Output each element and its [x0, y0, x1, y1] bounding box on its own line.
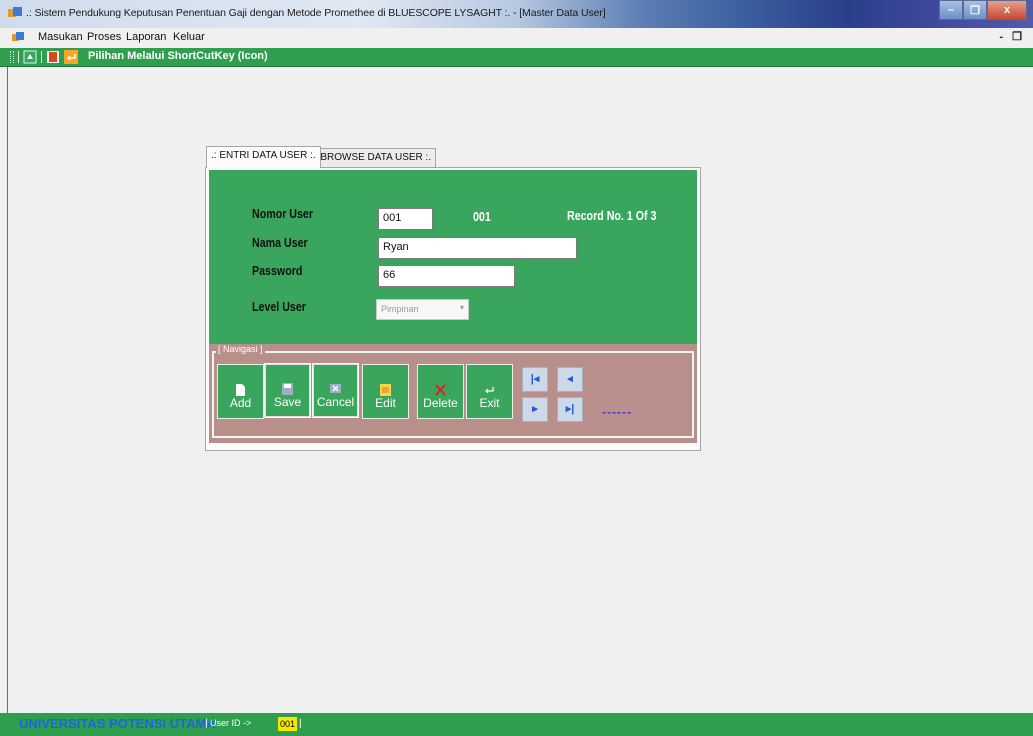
- input-shortcut-icon[interactable]: [23, 50, 37, 64]
- next-record-button[interactable]: ▸: [522, 397, 548, 422]
- app-icon: [8, 7, 22, 17]
- dropdown-arrow-icon[interactable]: ▾: [460, 303, 464, 312]
- cancel-button[interactable]: Cancel: [312, 363, 359, 418]
- maximize-button[interactable]: ❐: [963, 0, 987, 20]
- exit-button[interactable]: Exit: [466, 364, 513, 419]
- user-id-value: 001: [278, 717, 298, 731]
- menu-bar: Masukan Proses Laporan Keluar - ❐: [0, 28, 1033, 48]
- return-arrow-icon: [485, 387, 494, 394]
- report-shortcut-icon[interactable]: [46, 50, 60, 64]
- close-button[interactable]: x: [987, 0, 1027, 20]
- add-button-label: Add: [229, 396, 252, 410]
- toolbar-grip[interactable]: [10, 51, 14, 63]
- menu-masukan[interactable]: Masukan: [38, 31, 83, 43]
- mdi-window-controls[interactable]: - ❐: [999, 30, 1025, 43]
- nomor-user-display: 001: [473, 209, 491, 224]
- last-record-button[interactable]: ▸|: [557, 397, 583, 422]
- navigation-legend: [ Navigasi ]: [216, 344, 265, 354]
- save-button[interactable]: Save: [264, 363, 311, 418]
- toolbar-separator: [18, 51, 19, 63]
- nomor-user-label: Nomor User: [252, 206, 314, 221]
- edit-button-label: Edit: [375, 396, 396, 410]
- status-bar: UNIVERSITAS POTENSI UTAMA | User ID -> 0…: [0, 713, 1033, 736]
- edit-button[interactable]: Edit: [362, 364, 409, 419]
- exit-shortcut-icon[interactable]: [64, 50, 78, 64]
- nomor-user-input[interactable]: 001: [378, 208, 433, 230]
- tab-browse-data-user[interactable]: .: BROWSE DATA USER :.: [307, 148, 437, 167]
- save-disk-icon: [282, 383, 293, 395]
- cancel-button-label: Cancel: [316, 395, 355, 409]
- edit-icon: [380, 384, 391, 396]
- password-label: Password: [252, 263, 303, 278]
- menu-proses[interactable]: Proses: [87, 31, 121, 43]
- user-id-label: User ID ->: [210, 718, 252, 728]
- next-record-icon: ▸: [532, 403, 538, 415]
- tab-entri-data-user[interactable]: .: ENTRI DATA USER :.: [206, 146, 321, 168]
- nama-user-label: Nama User: [252, 235, 308, 250]
- shortcut-toolbar: Pilihan Melalui ShortCutKey (Icon): [0, 48, 1033, 67]
- level-user-select[interactable]: Pimpinan ▾: [376, 299, 469, 320]
- delete-button[interactable]: Delete: [417, 364, 464, 419]
- cancel-icon: [330, 384, 341, 393]
- new-document-icon: [236, 384, 245, 396]
- toolbar-separator: [41, 51, 42, 63]
- last-record-icon: ▸|: [565, 403, 575, 415]
- menu-laporan[interactable]: Laporan: [126, 31, 166, 43]
- window-title: .: Sistem Pendukung Keputusan Penentuan …: [26, 7, 606, 19]
- nama-user-input[interactable]: Ryan: [378, 237, 577, 259]
- first-record-button[interactable]: |◂: [522, 367, 548, 392]
- previous-record-button[interactable]: ◂: [557, 367, 583, 392]
- university-name: UNIVERSITAS POTENSI UTAMA: [19, 716, 216, 731]
- toolbar-label: Pilihan Melalui ShortCutKey (Icon): [88, 50, 268, 62]
- status-separator: |: [299, 718, 302, 729]
- previous-record-icon: ◂: [567, 373, 573, 385]
- mdi-child-icon[interactable]: [12, 32, 24, 44]
- minimize-button[interactable]: –: [939, 0, 963, 20]
- delete-button-label: Delete: [423, 396, 458, 410]
- delete-x-icon: [435, 384, 446, 396]
- window-title-bar[interactable]: .: Sistem Pendukung Keputusan Penentuan …: [0, 0, 1033, 28]
- password-input[interactable]: 66: [378, 265, 515, 287]
- menu-keluar[interactable]: Keluar: [173, 31, 205, 43]
- record-status-dashes: ------: [602, 405, 632, 419]
- record-info: Record No. 1 Of 3: [567, 208, 657, 223]
- level-user-label: Level User: [252, 299, 306, 314]
- add-button[interactable]: Add: [217, 364, 264, 419]
- status-separator: |: [205, 718, 208, 729]
- level-user-value: Pimpinan: [381, 304, 419, 314]
- exit-button-label: Exit: [479, 396, 500, 410]
- save-button-label: Save: [273, 395, 302, 409]
- first-record-icon: |◂: [530, 373, 540, 385]
